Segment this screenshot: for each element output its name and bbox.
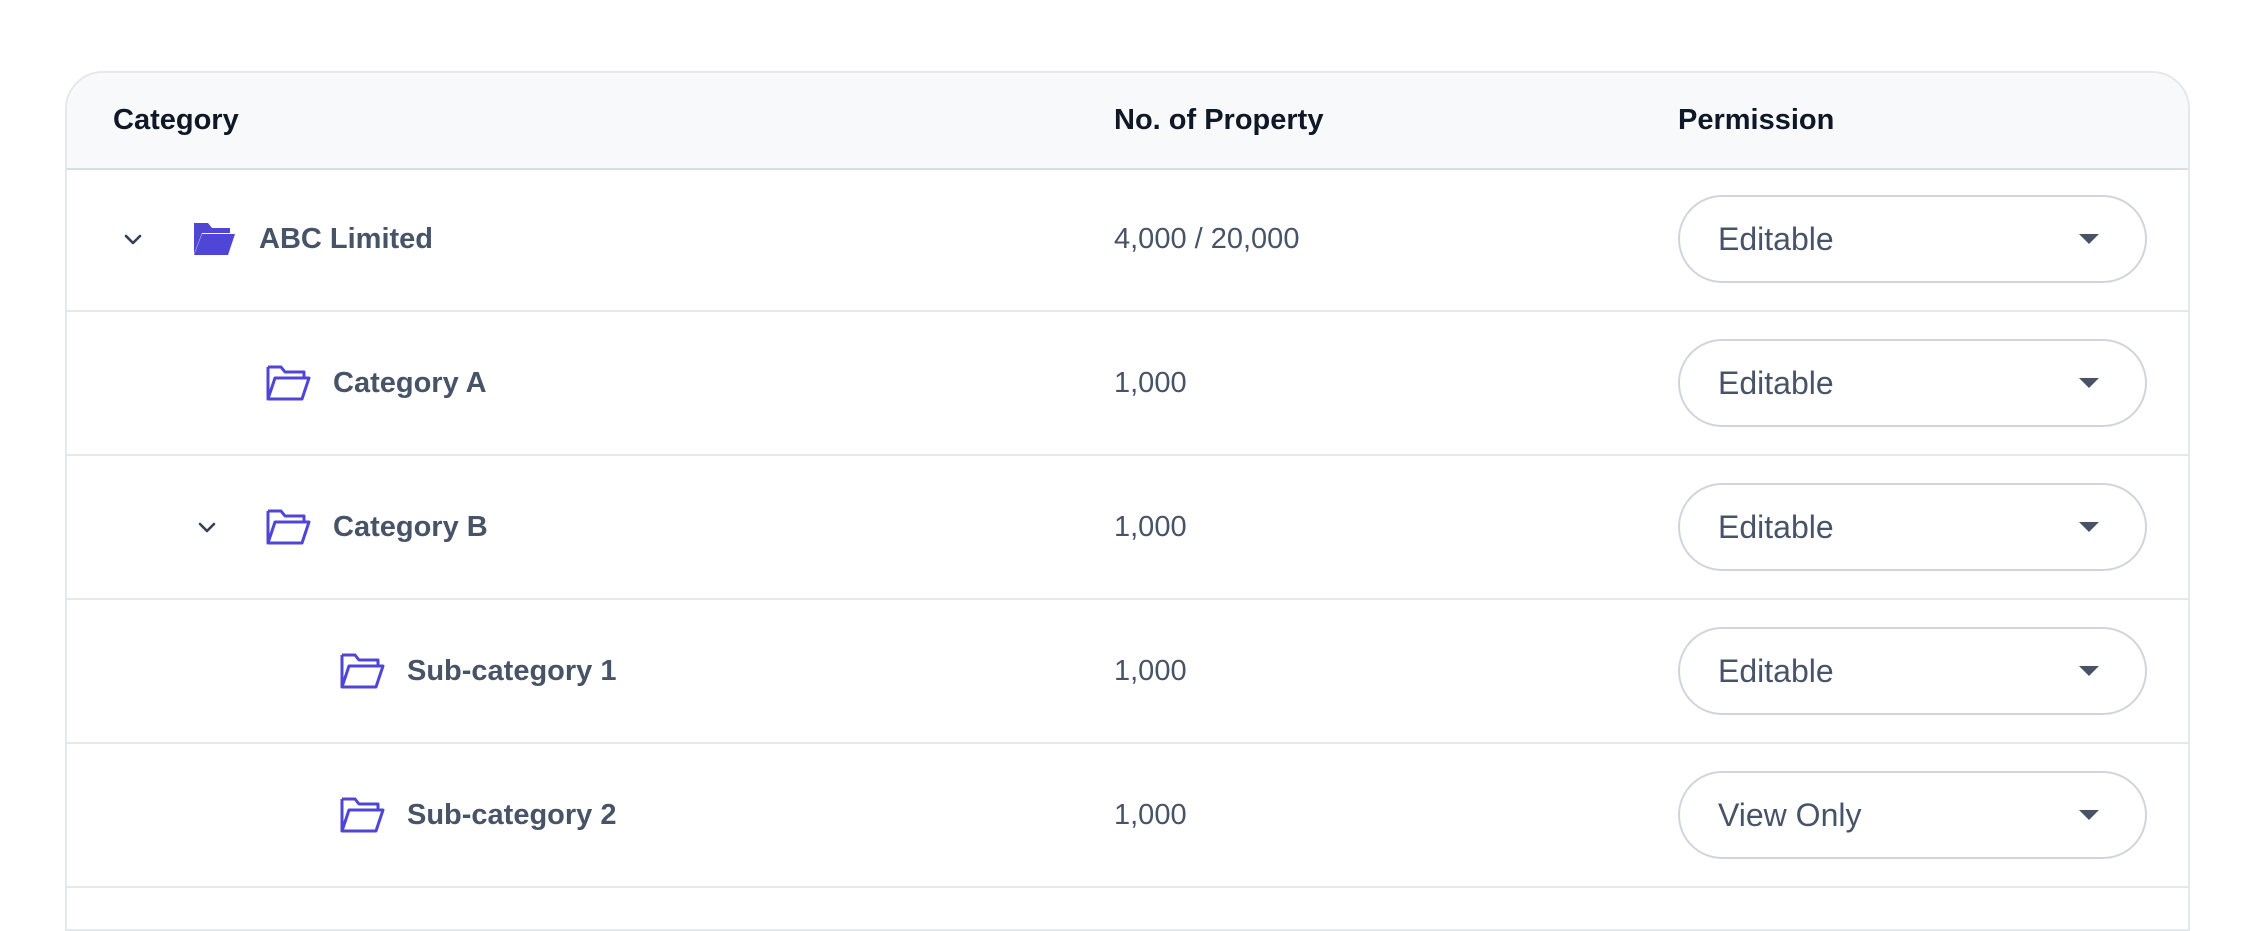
permission-value: Editable xyxy=(1718,509,1834,545)
folder-open-outline-icon xyxy=(266,509,311,545)
caret-down-icon xyxy=(2079,666,2099,676)
permission-select[interactable]: Editable xyxy=(1678,627,2147,715)
chevron-down-icon[interactable] xyxy=(119,225,147,253)
permission-select[interactable]: View Only xyxy=(1678,771,2147,859)
property-count: 1,000 xyxy=(1114,511,1187,543)
permission-select[interactable]: Editable xyxy=(1678,483,2147,571)
category-name[interactable]: Sub-category 1 xyxy=(407,600,617,742)
folder-open-outline-icon xyxy=(340,653,385,689)
folder-open-filled-icon xyxy=(194,223,235,255)
permission-select[interactable]: Editable xyxy=(1678,339,2147,427)
category-name[interactable]: Sub-category 2 xyxy=(407,744,617,886)
table-row: Sub-category 1 1,000 Editable xyxy=(67,600,2188,744)
column-header-category: Category xyxy=(113,104,239,136)
category-permission-table: Category No. of Property Permission ABC … xyxy=(65,71,2190,931)
column-header-permission: Permission xyxy=(1678,104,1835,136)
property-count: 4,000 / 20,000 xyxy=(1114,223,1300,255)
category-name[interactable]: Category A xyxy=(333,312,487,454)
column-header-property-count: No. of Property xyxy=(1114,104,1324,136)
chevron-down-icon[interactable] xyxy=(193,513,221,541)
property-count: 1,000 xyxy=(1114,799,1187,831)
caret-down-icon xyxy=(2079,378,2099,388)
table-row: Category B 1,000 Editable xyxy=(67,456,2188,600)
table-header: Category No. of Property Permission xyxy=(67,73,2188,170)
table-row: Category A 1,000 Editable xyxy=(67,312,2188,456)
permission-select[interactable]: Editable xyxy=(1678,195,2147,283)
caret-down-icon xyxy=(2079,522,2099,532)
category-name[interactable]: Category B xyxy=(333,456,488,598)
folder-open-outline-icon xyxy=(340,797,385,833)
category-name[interactable]: ABC Limited xyxy=(259,168,433,310)
permission-value: Editable xyxy=(1718,221,1834,257)
folder-open-outline-icon xyxy=(266,365,311,401)
caret-down-icon xyxy=(2079,234,2099,244)
property-count: 1,000 xyxy=(1114,367,1187,399)
table-row: Sub-category 2 1,000 View Only xyxy=(67,744,2188,888)
permission-value: Editable xyxy=(1718,653,1834,689)
property-count: 1,000 xyxy=(1114,655,1187,687)
permission-value: Editable xyxy=(1718,365,1834,401)
table-row: ABC Limited 4,000 / 20,000 Editable xyxy=(67,168,2188,312)
permission-value: View Only xyxy=(1718,797,1862,833)
caret-down-icon xyxy=(2079,810,2099,820)
